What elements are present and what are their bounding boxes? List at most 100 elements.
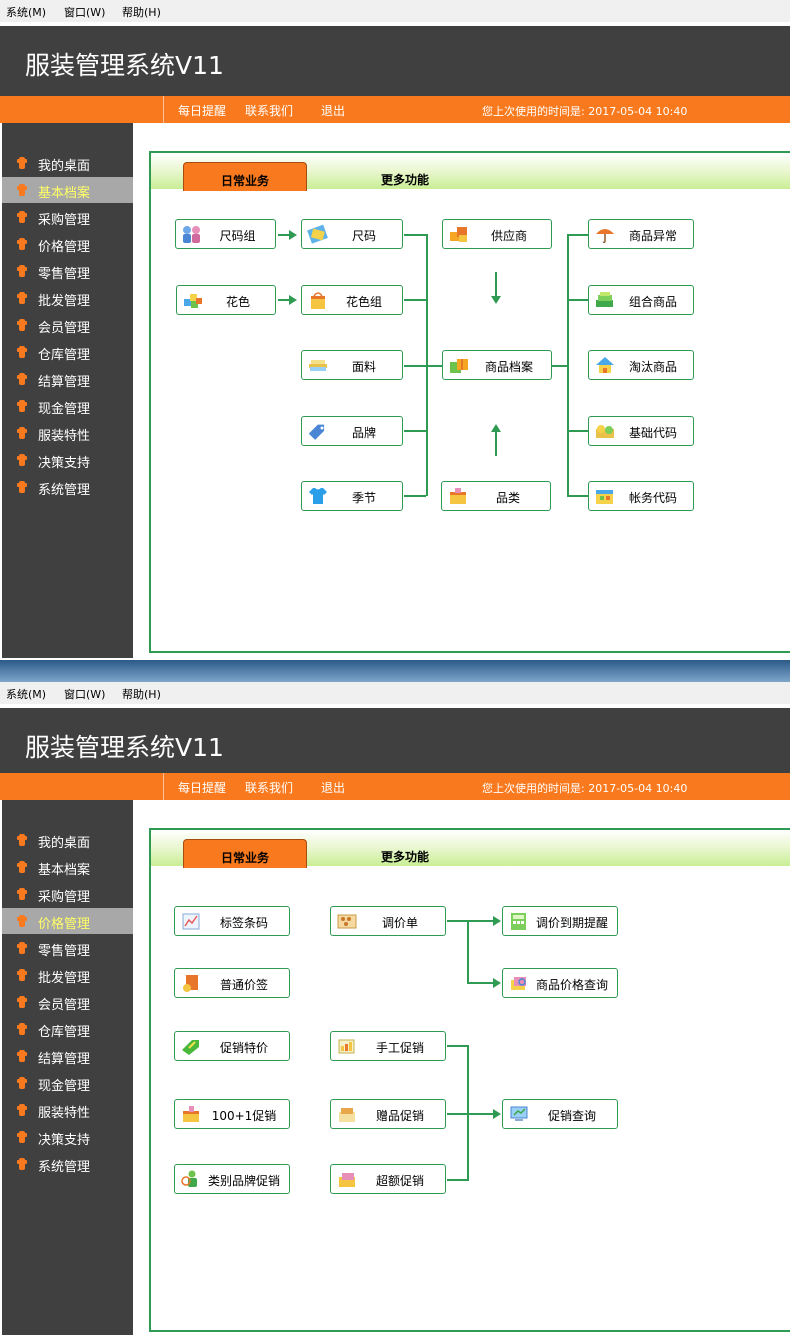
sidebar-item-desktop[interactable]: 我的桌面	[2, 150, 133, 176]
sidebar-item-cash[interactable]: 现金管理	[2, 1070, 133, 1096]
sidebar-item-settlement[interactable]: 结算管理	[2, 1043, 133, 1069]
product-abnormal-button[interactable]: 商品异常	[588, 219, 694, 249]
sidebar-item-decision[interactable]: 决策支持	[2, 1124, 133, 1150]
menu-window[interactable]: 窗口(W)	[64, 4, 105, 20]
price-adjust-button[interactable]: 调价单	[330, 906, 446, 936]
shirt-icon	[17, 888, 27, 900]
package-icon	[183, 1106, 199, 1122]
tab-daily-business[interactable]: 日常业务	[183, 839, 307, 868]
shirt-icon	[17, 238, 27, 250]
shirt-icon	[17, 1131, 27, 1143]
sidebar-item-member[interactable]: 会员管理	[2, 312, 133, 338]
shirt-icon	[17, 292, 27, 304]
tab-daily-business[interactable]: 日常业务	[183, 162, 307, 191]
sidebar-item-wholesale[interactable]: 批发管理	[2, 962, 133, 988]
sidebar-item-basic-archive[interactable]: 基本档案	[2, 177, 133, 203]
promo-special-button[interactable]: 促销特价	[174, 1031, 290, 1061]
sidebar-item-label: 决策支持	[38, 1133, 91, 1148]
size-button[interactable]: 尺码	[301, 219, 403, 249]
tab-more-functions[interactable]: 更多功能	[381, 848, 429, 865]
shirt-icon	[17, 211, 27, 223]
color-group-button[interactable]: 花色组	[301, 285, 403, 315]
season-button[interactable]: 季节	[301, 481, 403, 511]
sidebar-item-cash[interactable]: 现金管理	[2, 393, 133, 419]
sidebar-item-label: 会员管理	[38, 321, 91, 336]
button-label: 商品价格查询	[535, 978, 608, 992]
sidebar-item-purchase[interactable]: 采购管理	[2, 204, 133, 230]
top-nav-bar: 每日提醒 联系我们 退出 您上次使用的时间是: 2017-05-04 10:40	[0, 773, 790, 800]
base-code-button[interactable]: 基础代码	[588, 416, 694, 446]
category-brand-promo-button[interactable]: 类别品牌促销	[174, 1164, 290, 1194]
button-label: 100+1促销	[211, 1109, 277, 1123]
nav-contact-us[interactable]: 联系我们	[245, 779, 293, 796]
menu-system[interactable]: 系统(M)	[6, 686, 46, 702]
shopping-bag-icon	[311, 292, 325, 309]
sidebar-item-system[interactable]: 系统管理	[2, 474, 133, 500]
flow-line	[467, 1113, 494, 1115]
obsolete-product-button[interactable]: 淘汰商品	[588, 350, 694, 380]
category-button[interactable]: 品类	[441, 481, 551, 511]
sidebar-item-apparel-features[interactable]: 服装特性	[2, 420, 133, 446]
account-code-button[interactable]: 帐务代码	[588, 481, 694, 511]
manual-promo-button[interactable]: 手工促销	[330, 1031, 446, 1061]
sidebar-item-member[interactable]: 会员管理	[2, 989, 133, 1015]
flow-line	[404, 299, 426, 301]
button-label: 基础代码	[628, 426, 677, 440]
nav-daily-reminder[interactable]: 每日提醒	[178, 779, 226, 796]
app-window-price-management: 系统(M) 窗口(W) 帮助(H) 服装管理系统V11 每日提醒 联系我们 退出…	[0, 682, 790, 1338]
sidebar-item-apparel-features[interactable]: 服装特性	[2, 1097, 133, 1123]
sidebar-item-label: 系统管理	[38, 1160, 91, 1175]
sidebar-item-basic-archive[interactable]: 基本档案	[2, 854, 133, 880]
menu-help[interactable]: 帮助(H)	[122, 686, 161, 702]
sidebar-item-retail[interactable]: 零售管理	[2, 935, 133, 961]
product-price-query-button[interactable]: 商品价格查询	[502, 968, 618, 998]
sidebar-item-system[interactable]: 系统管理	[2, 1151, 133, 1177]
button-label: 组合商品	[628, 295, 677, 309]
product-archive-button[interactable]: 商品档案	[442, 350, 552, 380]
gift-promo-button[interactable]: 赠品促销	[330, 1099, 446, 1129]
nav-separator	[163, 773, 164, 800]
sidebar-item-purchase[interactable]: 采购管理	[2, 881, 133, 907]
normal-price-tag-button[interactable]: 普通价签	[174, 968, 290, 998]
supplier-button[interactable]: 供应商	[442, 219, 552, 249]
shirt-icon	[17, 427, 27, 439]
button-label: 商品异常	[628, 229, 677, 243]
flow-line	[404, 495, 426, 497]
fabric-button[interactable]: 面料	[301, 350, 403, 380]
promo-100-1-button[interactable]: 100+1促销	[174, 1099, 290, 1129]
sidebar-item-wholesale[interactable]: 批发管理	[2, 285, 133, 311]
brand-button[interactable]: 品牌	[301, 416, 403, 446]
flow-line	[404, 365, 442, 367]
menu-system[interactable]: 系统(M)	[6, 4, 46, 20]
tab-more-functions[interactable]: 更多功能	[381, 171, 429, 188]
menu-help[interactable]: 帮助(H)	[122, 4, 161, 20]
label-barcode-button[interactable]: 标签条码	[174, 906, 290, 936]
arrow-right-icon	[493, 978, 501, 988]
sidebar-item-desktop[interactable]: 我的桌面	[2, 827, 133, 853]
sidebar-item-warehouse[interactable]: 仓库管理	[2, 1016, 133, 1042]
color-button[interactable]: 花色	[176, 285, 276, 315]
flow-line	[567, 234, 588, 236]
shirt-icon	[17, 454, 27, 466]
promo-query-button[interactable]: 促销查询	[502, 1099, 618, 1129]
shirt-icon	[17, 969, 27, 981]
combo-product-button[interactable]: 组合商品	[588, 285, 694, 315]
nav-logout[interactable]: 退出	[321, 102, 345, 119]
sidebar-item-warehouse[interactable]: 仓库管理	[2, 339, 133, 365]
nav-daily-reminder[interactable]: 每日提醒	[178, 102, 226, 119]
app-header: 服装管理系统V11	[0, 708, 790, 778]
sidebar-item-price[interactable]: 价格管理	[2, 908, 133, 934]
price-expiry-reminder-button[interactable]: 调价到期提醒	[502, 906, 618, 936]
menu-window[interactable]: 窗口(W)	[64, 686, 105, 702]
sidebar-item-retail[interactable]: 零售管理	[2, 258, 133, 284]
excess-promo-button[interactable]: 超额促销	[330, 1164, 446, 1194]
tshirt-icon	[309, 488, 327, 504]
size-group-button[interactable]: 尺码组	[175, 219, 276, 249]
nav-logout[interactable]: 退出	[321, 779, 345, 796]
nav-contact-us[interactable]: 联系我们	[245, 102, 293, 119]
sidebar-item-price[interactable]: 价格管理	[2, 231, 133, 257]
button-label: 花色	[225, 295, 250, 309]
sidebar-item-settlement[interactable]: 结算管理	[2, 366, 133, 392]
sidebar: 我的桌面 基本档案 采购管理 价格管理 零售管理 批发管理 会员管理 仓库管理 …	[2, 123, 133, 658]
sidebar-item-decision[interactable]: 决策支持	[2, 447, 133, 473]
